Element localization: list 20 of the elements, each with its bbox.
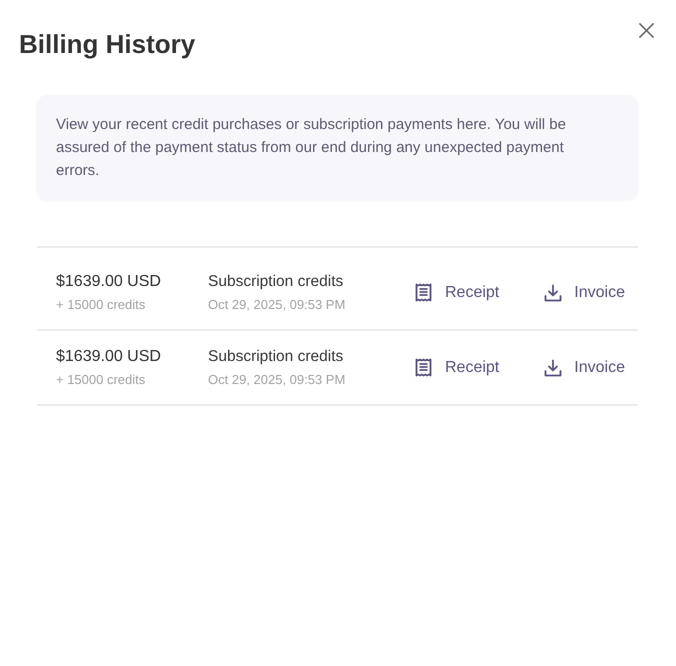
amount: $1639.00 USD (56, 272, 162, 291)
download-icon (544, 358, 562, 376)
invoice-download-button[interactable]: Invoice (544, 276, 625, 308)
info-text: View your recent credit purchases or subscription payments here. You will be assured of the payment status from our end during any unexpected payment errors. (56, 115, 567, 181)
receipt-button[interactable]: Receipt (414, 352, 500, 384)
transaction-date: Oct 29, 2025, 09:53 PM (208, 372, 346, 388)
close-button[interactable] (637, 21, 656, 40)
receipt-icon (414, 283, 433, 302)
amount: $1639.00 USD (56, 347, 162, 366)
receipt-icon (414, 358, 433, 377)
invoice-download-button[interactable]: Invoice (544, 352, 625, 384)
credits-amount: + 15000 credits (56, 297, 146, 313)
transaction-date: Oct 29, 2025, 09:53 PM (208, 297, 346, 313)
close-icon (639, 23, 654, 38)
credits-amount: + 15000 credits (56, 372, 146, 388)
transaction-description: Subscription credits (208, 347, 344, 366)
download-icon (544, 284, 562, 302)
transaction-description: Subscription credits (208, 272, 344, 291)
dialog-title: Billing History (19, 28, 196, 61)
receipt-button[interactable]: Receipt (414, 276, 500, 308)
